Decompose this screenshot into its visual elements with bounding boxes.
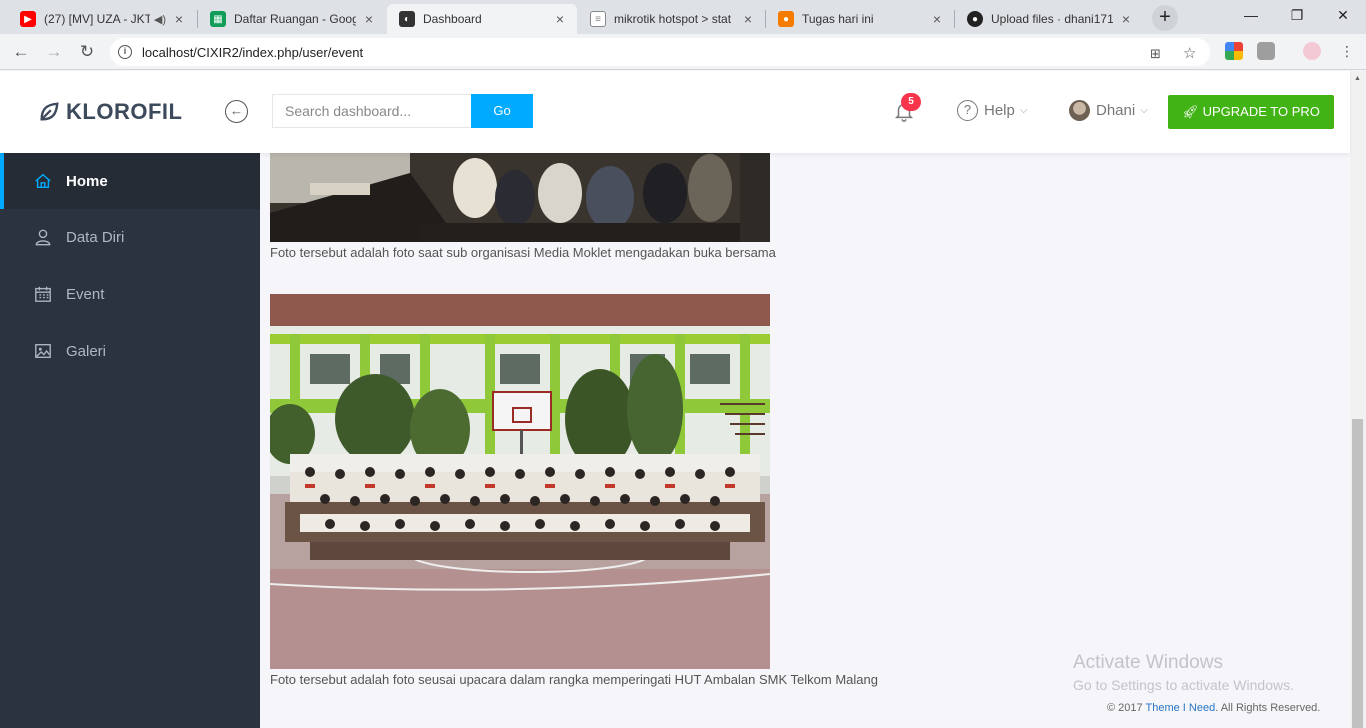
page-scrollbar[interactable]: ▲ xyxy=(1350,71,1366,728)
sidebar-item-label: Home xyxy=(66,172,108,190)
close-window-button[interactable]: ✕ xyxy=(1320,0,1366,30)
rocket-icon: 🚀︎ xyxy=(1182,104,1199,119)
browser-tab-youtube[interactable]: ▶ (27) [MV] UZA - JKT ◀) × xyxy=(8,4,196,34)
scroll-up-icon[interactable]: ▲ xyxy=(1354,75,1361,82)
footer-suffix: . All Rights Reserved. xyxy=(1215,702,1321,714)
tab-title: Upload files · dhani171 xyxy=(991,12,1113,26)
help-menu[interactable]: ? Help ⌵ xyxy=(957,100,1027,121)
search-input[interactable] xyxy=(272,94,471,128)
document-icon: ≡ xyxy=(590,11,606,27)
chevron-down-icon: ⌵ xyxy=(1019,105,1028,116)
activate-windows-subtitle: Go to Settings to activate Windows. xyxy=(1073,677,1294,693)
close-icon[interactable]: × xyxy=(1119,11,1133,27)
star-icon[interactable]: ☆ xyxy=(1183,44,1196,62)
avatar xyxy=(1069,100,1090,121)
youtube-icon: ▶ xyxy=(20,11,36,27)
browser-tab-classroom[interactable]: ● Tugas hari ini × xyxy=(766,4,954,34)
brand-logo[interactable]: KLOROFIL xyxy=(38,99,182,125)
address-bar[interactable]: i localhost/CIXIR2/index.php/user/event … xyxy=(110,38,1210,66)
photo-image xyxy=(270,153,770,242)
close-icon[interactable]: × xyxy=(553,11,567,27)
sidebar-item-data-diri[interactable]: Data Diri xyxy=(0,209,260,265)
app-header: KLOROFIL ← Go 5 ? Help ⌵ Dhani ⌵ 🚀︎UPGRA… xyxy=(0,71,1350,153)
restore-button[interactable]: ❐ xyxy=(1274,0,1320,30)
sheets-icon: ▦ xyxy=(210,11,226,27)
sidebar-toggle-icon[interactable]: ← xyxy=(225,100,248,123)
photo-caption: Foto tersebut adalah foto saat sub organ… xyxy=(270,245,776,260)
footer-copyright: © 2017 Theme I Need. All Rights Reserved… xyxy=(1107,702,1320,714)
github-icon: ● xyxy=(967,11,983,27)
info-icon[interactable]: i xyxy=(118,45,132,59)
sidebar-item-label: Galeri xyxy=(66,342,107,360)
menu-icon[interactable]: ⋮ xyxy=(1340,43,1354,60)
camera-icon[interactable] xyxy=(1257,42,1275,60)
help-icon: ? xyxy=(957,100,978,121)
sidebar-item-home[interactable]: Home xyxy=(0,153,260,209)
url-text[interactable]: localhost/CIXIR2/index.php/user/event xyxy=(142,45,363,60)
tab-title: Tugas hari ini xyxy=(802,12,874,26)
browser-tab-github[interactable]: ● Upload files · dhani171 × xyxy=(955,4,1143,34)
photo-image xyxy=(270,294,770,669)
activate-windows-title: Activate Windows xyxy=(1073,652,1223,673)
browser-tab-sheets[interactable]: ▦ Daftar Ruangan - Goog × xyxy=(198,4,386,34)
sidebar-item-label: Event xyxy=(66,285,105,303)
leaf-icon xyxy=(40,102,59,121)
user-icon xyxy=(35,229,51,246)
upgrade-button[interactable]: 🚀︎ UPGRADE TO PRO xyxy=(1168,95,1334,129)
help-label: Help xyxy=(984,102,1015,119)
user-name: Dhani xyxy=(1096,102,1136,119)
translate-icon[interactable]: ⊞ xyxy=(1150,46,1161,62)
extension-icon[interactable] xyxy=(1225,42,1243,60)
close-icon[interactable]: × xyxy=(741,11,755,27)
minimize-button[interactable]: — xyxy=(1228,0,1274,30)
forward-icon[interactable]: → xyxy=(42,40,66,64)
event-photo-buka-bersama xyxy=(270,153,770,242)
speaker-icon: ◀) xyxy=(153,13,166,26)
photo-caption: Foto tersebut adalah foto seusai upacara… xyxy=(270,672,878,687)
search-go-button[interactable]: Go xyxy=(471,94,533,128)
footer-link[interactable]: Theme I Need xyxy=(1146,702,1216,714)
new-tab-button[interactable]: + xyxy=(1152,5,1178,31)
chevron-down-icon: ⌵ xyxy=(1140,105,1148,116)
upgrade-label: UPGRADE TO PRO xyxy=(1202,104,1320,119)
browser-tab-dashboard[interactable]: ◐ Dashboard × xyxy=(387,4,577,34)
home-icon xyxy=(35,173,51,189)
profile-avatar-icon[interactable] xyxy=(1303,42,1321,60)
back-icon[interactable]: ← xyxy=(9,40,33,64)
browser-toolbar: ← → ↻ i localhost/CIXIR2/index.php/user/… xyxy=(0,34,1366,70)
sidebar-item-event[interactable]: Event xyxy=(0,266,260,322)
brand-name: KLOROFIL xyxy=(66,99,183,124)
tab-title: (27) [MV] UZA - JKT xyxy=(44,12,150,26)
sidebar-item-label: Data Diri xyxy=(66,228,125,246)
main-content: Foto tersebut adalah foto saat sub organ… xyxy=(260,153,1350,728)
image-icon xyxy=(35,344,51,358)
sidebar-item-galeri[interactable]: Galeri xyxy=(0,323,260,379)
footer-prefix: © 2017 xyxy=(1107,702,1146,714)
tab-title: mikrotik hotspot > stat xyxy=(614,12,732,26)
close-icon[interactable]: × xyxy=(172,11,186,27)
event-photo-hut-ambalan xyxy=(270,294,770,669)
browser-tab-mikrotik[interactable]: ≡ mikrotik hotspot > stat × xyxy=(578,4,765,34)
close-icon[interactable]: × xyxy=(930,11,944,27)
classroom-icon: ● xyxy=(778,11,794,27)
close-icon[interactable]: × xyxy=(362,11,376,27)
browser-tab-strip: ▶ (27) [MV] UZA - JKT ◀) × ▦ Daftar Ruan… xyxy=(0,0,1366,34)
klorofil-icon: ◐ xyxy=(399,11,415,27)
tab-title: Dashboard xyxy=(423,12,482,26)
notification-badge: 5 xyxy=(901,93,921,111)
sidebar: Home Data Diri Event Galeri xyxy=(0,153,260,728)
user-menu[interactable]: Dhani ⌵ xyxy=(1069,100,1148,121)
tab-title: Daftar Ruangan - Goog xyxy=(234,12,356,26)
reload-icon[interactable]: ↻ xyxy=(75,40,99,64)
calendar-icon xyxy=(35,286,51,302)
scrollbar-thumb[interactable] xyxy=(1352,419,1363,728)
